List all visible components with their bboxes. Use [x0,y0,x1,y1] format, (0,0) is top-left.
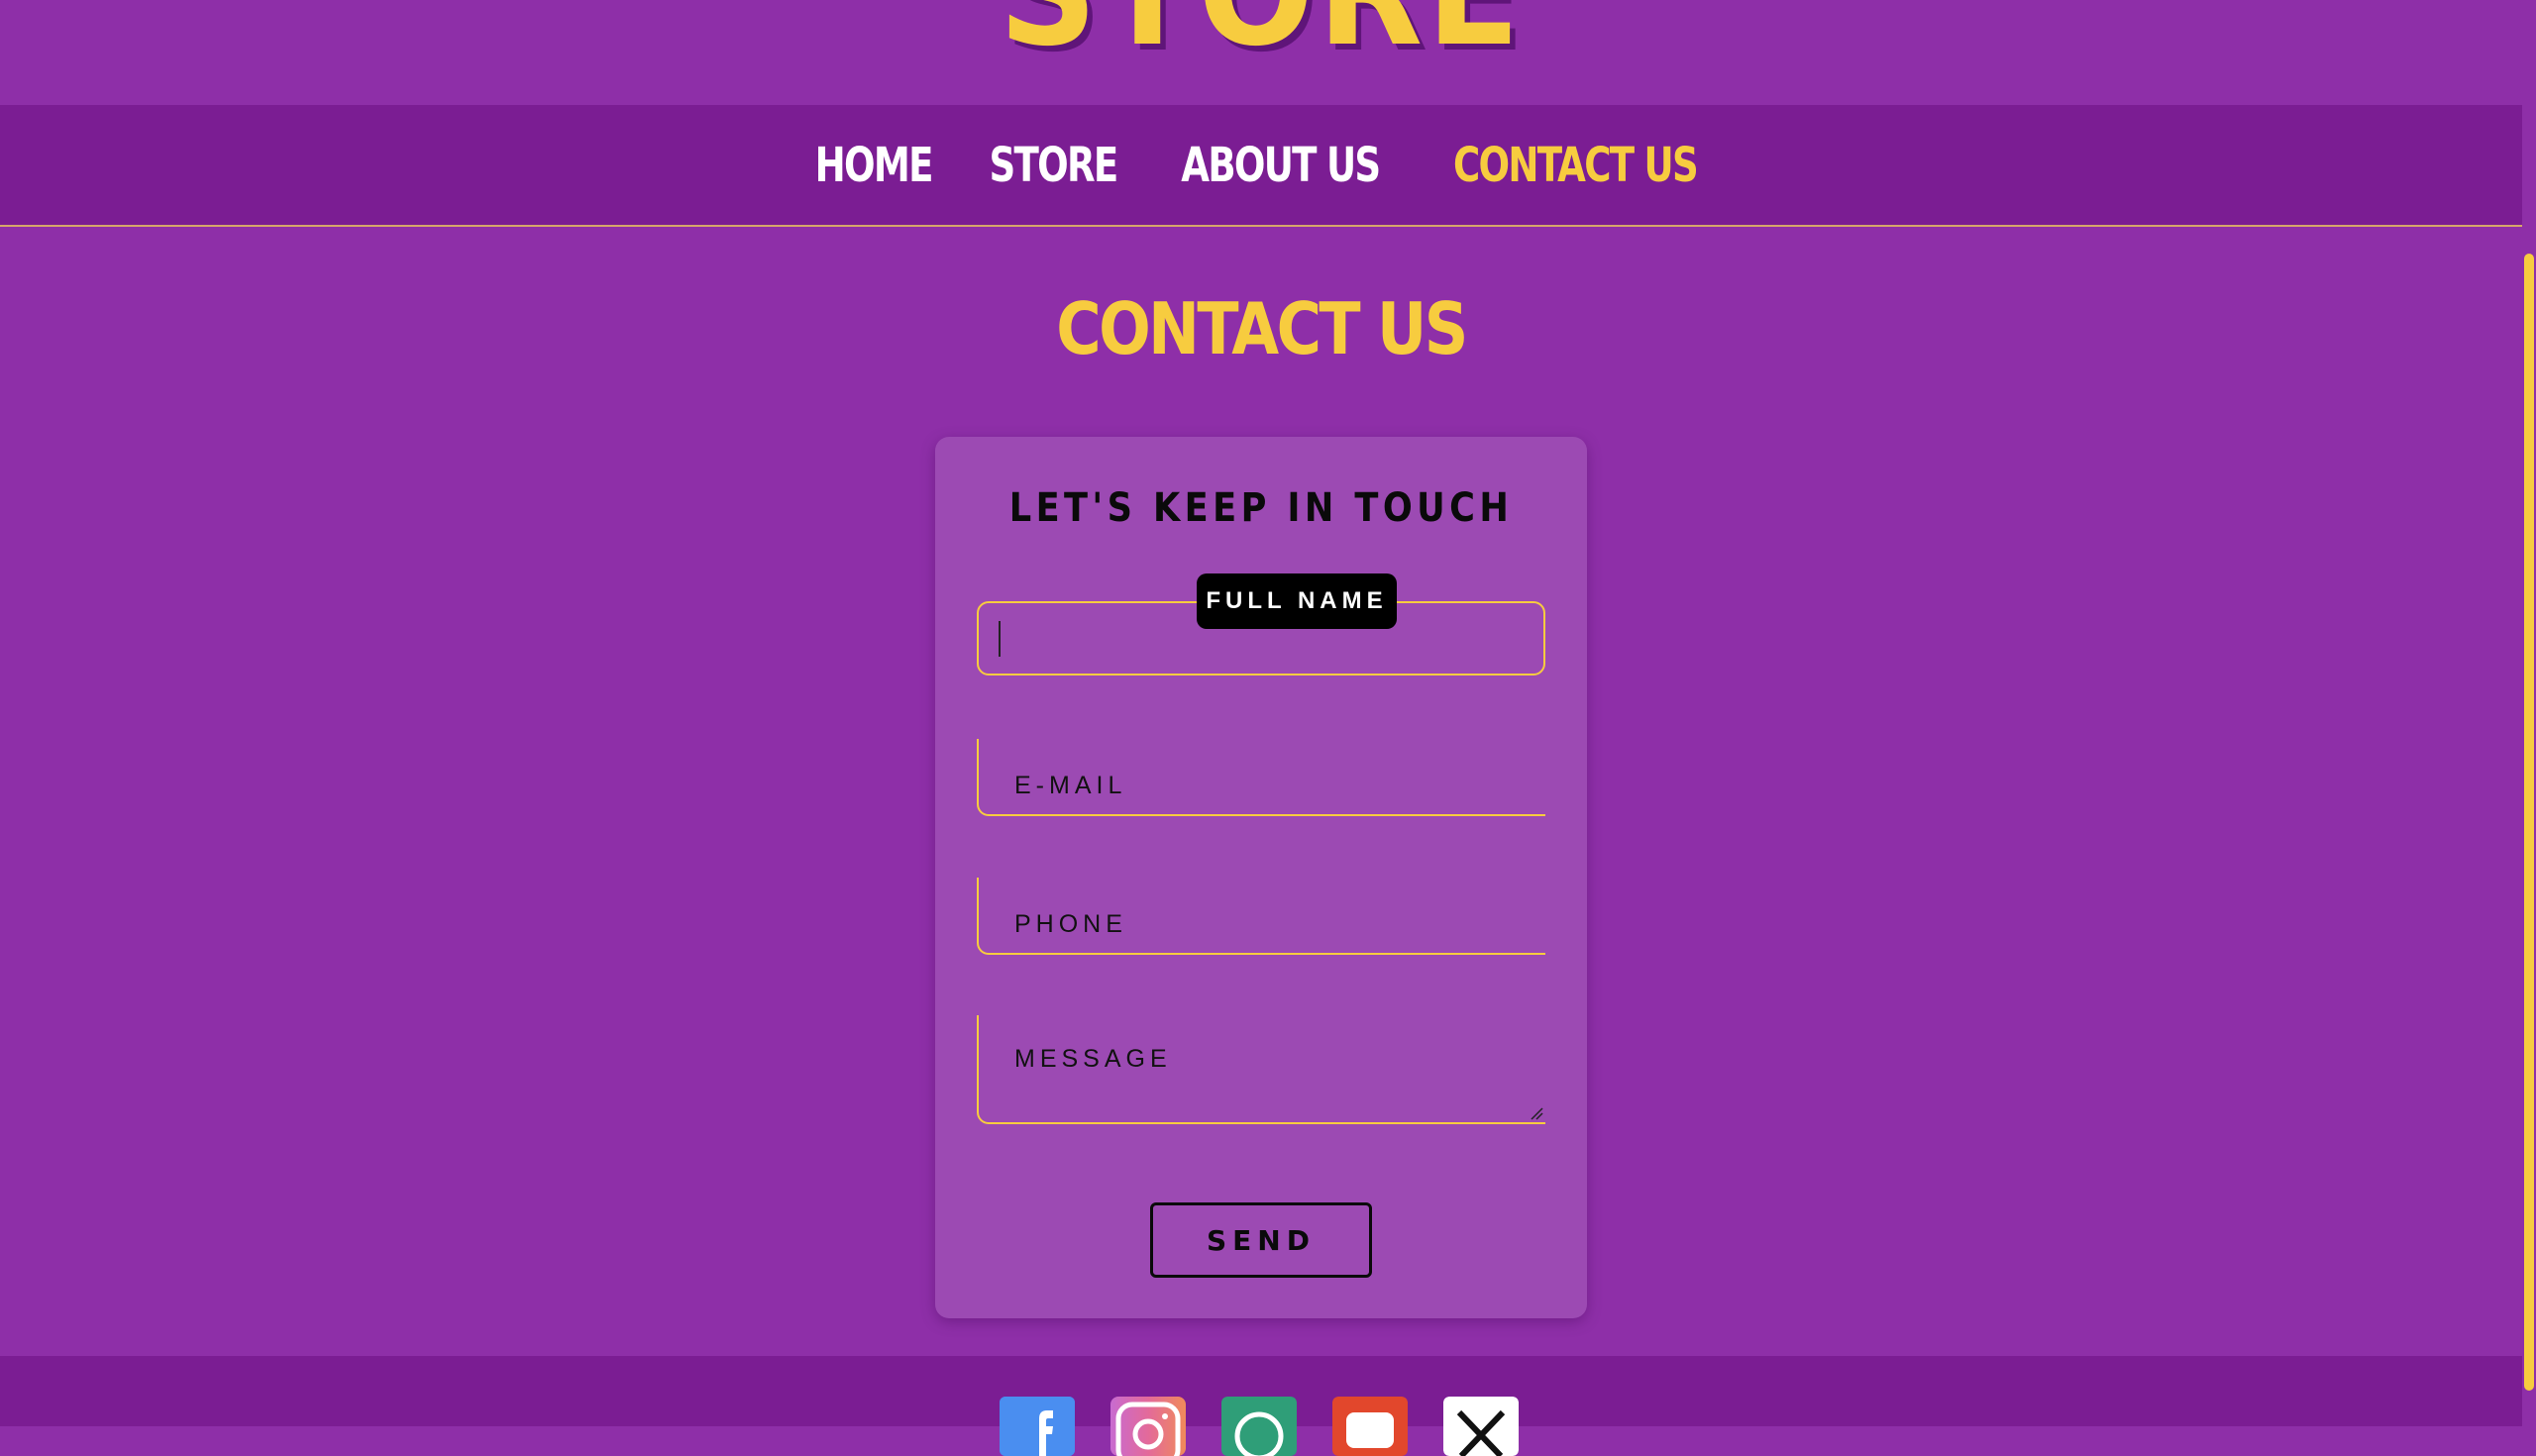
youtube-icon[interactable] [1332,1397,1408,1456]
social-links [1000,1397,1519,1456]
email-label: E-MAIL [1014,772,1127,799]
form-title: LET'S KEEP IN TOUCH [1008,485,1514,531]
nav-about-us[interactable]: ABOUT US [1182,138,1382,193]
phone-field[interactable]: PHONE [977,878,1545,955]
contact-form-card: LET'S KEEP IN TOUCH FULL NAME E-MAIL PHO… [935,437,1587,1318]
nav-store[interactable]: STORE [990,138,1119,193]
full-name-label: FULL NAME [1197,573,1397,629]
x-icon[interactable] [1443,1397,1519,1456]
message-field[interactable]: MESSAGE [977,1015,1545,1124]
email-field[interactable]: E-MAIL [977,739,1545,816]
whatsapp-icon[interactable] [1221,1397,1297,1456]
instagram-icon[interactable] [1110,1397,1186,1456]
nav-home[interactable]: HOME [815,138,934,193]
message-label: MESSAGE [1014,1045,1172,1073]
resize-handle-icon[interactable] [1530,1106,1543,1120]
full-name-field[interactable]: FULL NAME [977,573,1545,676]
scrollbar[interactable] [2522,105,2536,1426]
phone-label: PHONE [1014,910,1127,938]
facebook-icon[interactable] [1000,1397,1075,1456]
send-button[interactable]: SEND [1150,1202,1372,1278]
scrollbar-thumb[interactable] [2524,254,2534,1391]
text-caret [999,621,1001,657]
nav-contact-us[interactable]: CONTACT US [1453,138,1699,193]
footer [0,1356,2522,1456]
store-logo: STORE [101,0,2421,67]
main-navbar: HOME STORE ABOUT US CONTACT US [0,105,2522,227]
page-title: CONTACT US [1056,287,1468,370]
